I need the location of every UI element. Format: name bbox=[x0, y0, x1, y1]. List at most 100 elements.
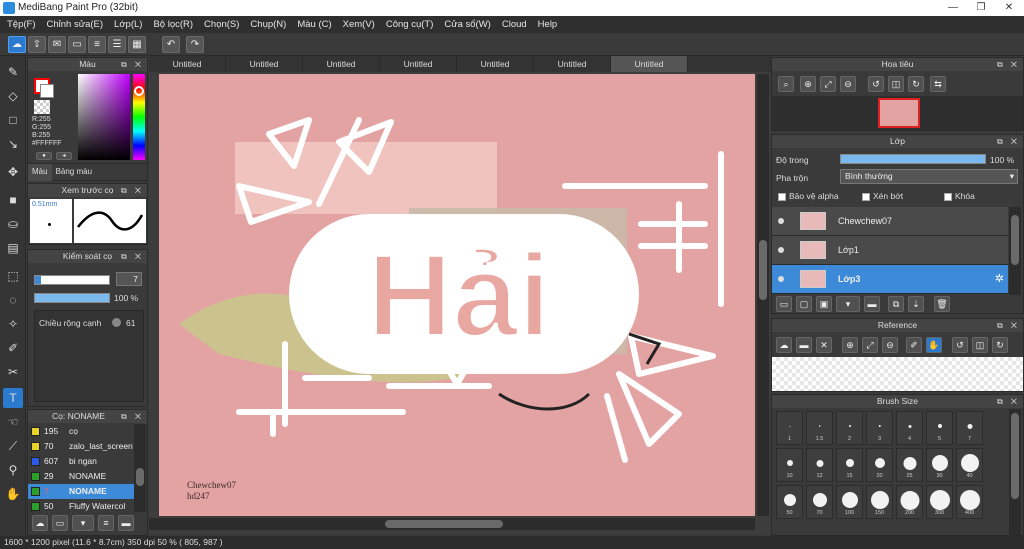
color-pick-icon[interactable]: ◂ bbox=[56, 152, 72, 160]
layer-row[interactable]: Chewchew07 bbox=[772, 207, 1008, 236]
layer-folder-icon[interactable]: ▬ bbox=[864, 296, 880, 312]
brush-size-cell[interactable]: 300 bbox=[926, 485, 953, 519]
panel-buttons-icon[interactable]: ⧉ ✕ bbox=[997, 135, 1020, 148]
brush-size-cell[interactable]: 150 bbox=[866, 485, 893, 519]
menu-view[interactable]: Xem(V) bbox=[343, 19, 375, 30]
hue-handle[interactable] bbox=[134, 86, 144, 96]
visibility-icon[interactable] bbox=[778, 247, 784, 253]
layer-row-selected[interactable]: Lớp3 ✲ bbox=[772, 265, 1008, 294]
select-eraser-tool-icon[interactable]: ✂ bbox=[3, 362, 23, 382]
delete-layer-icon[interactable]: 🗑 bbox=[934, 296, 950, 312]
list-item[interactable]: 195 cọ bbox=[28, 424, 134, 439]
open-folder-icon[interactable]: ▬ bbox=[796, 337, 812, 353]
grid-icon[interactable]: ▦ bbox=[128, 36, 146, 53]
new-color-layer-icon[interactable]: ▢ bbox=[796, 296, 812, 312]
text-tool-icon[interactable]: T bbox=[3, 388, 23, 408]
tab-color[interactable]: Màu bbox=[28, 164, 52, 181]
transparent-swatch[interactable] bbox=[34, 100, 50, 114]
zoom-in-icon[interactable]: ⊕ bbox=[842, 337, 858, 353]
brush-size-cell[interactable]: 40 bbox=[956, 448, 983, 482]
document-icon[interactable]: ≡ bbox=[88, 36, 106, 53]
canvas-vertical-scrollbar[interactable] bbox=[757, 74, 769, 516]
layer-list-scrollbar[interactable] bbox=[1009, 207, 1021, 295]
menu-window[interactable]: Cửa sổ(W) bbox=[444, 19, 490, 30]
rotate-left-icon[interactable]: ↺ bbox=[952, 337, 968, 353]
menu-select[interactable]: Chọn(S) bbox=[204, 19, 239, 30]
brush-opacity-slider[interactable] bbox=[34, 293, 110, 303]
brush-size-cell[interactable]: 5 bbox=[926, 411, 953, 445]
eyedropper-tool-icon[interactable]: ⚲ bbox=[3, 460, 23, 480]
select-pen-tool-icon[interactable]: ✐ bbox=[3, 338, 23, 358]
brush-size-cell[interactable]: 25 bbox=[896, 448, 923, 482]
reference-canvas[interactable] bbox=[772, 357, 1023, 391]
brush-size-cell[interactable]: 30 bbox=[926, 448, 953, 482]
brush-size-cell[interactable]: 10 bbox=[776, 448, 803, 482]
tab-document[interactable]: Untitled bbox=[534, 56, 611, 72]
actual-size-icon[interactable]: ◫ bbox=[972, 337, 988, 353]
layer-opacity-slider[interactable] bbox=[840, 154, 986, 164]
brush-size-cell[interactable]: 7 bbox=[956, 411, 983, 445]
brush-size-cell[interactable]: 70 bbox=[806, 485, 833, 519]
menu-cloud[interactable]: Cloud bbox=[502, 19, 527, 30]
brush-size-slider[interactable] bbox=[34, 275, 110, 285]
new-layer-icon[interactable]: ▭ bbox=[776, 296, 792, 312]
rectangle-tool-icon[interactable]: □ bbox=[3, 110, 23, 130]
merge-layer-icon[interactable]: ⇣ bbox=[908, 296, 924, 312]
brush-size-cell[interactable]: 1.5 bbox=[806, 411, 833, 445]
add-layer-menu-icon[interactable]: ▾ bbox=[836, 296, 860, 312]
redo-icon[interactable]: ↷ bbox=[186, 36, 204, 53]
operation-tool-icon[interactable]: ☜ bbox=[3, 412, 23, 432]
menu-filter[interactable]: Bộ lọc(R) bbox=[153, 19, 193, 30]
share-icon[interactable]: ⇪ bbox=[28, 36, 46, 53]
list-icon[interactable]: ☰ bbox=[108, 36, 126, 53]
menu-color[interactable]: Màu (C) bbox=[297, 19, 331, 30]
brush-size-cell[interactable]: 400 bbox=[956, 485, 983, 519]
brush-tool-icon[interactable]: ✎ bbox=[3, 62, 23, 82]
brush-list-scrollbar[interactable] bbox=[134, 424, 146, 512]
panel-buttons-icon[interactable]: ⧉ ✕ bbox=[121, 410, 144, 423]
brush-size-cell[interactable]: 3 bbox=[866, 411, 893, 445]
panel-buttons-icon[interactable]: ⧉ ✕ bbox=[121, 250, 144, 263]
background-color-swatch[interactable] bbox=[40, 84, 54, 98]
tab-document[interactable]: Untitled bbox=[380, 56, 457, 72]
fit-icon[interactable]: ⤢ bbox=[862, 337, 878, 353]
page-icon[interactable]: ▭ bbox=[68, 36, 86, 53]
tab-document-active[interactable]: Untitled bbox=[611, 56, 688, 72]
bucket-tool-icon[interactable]: ⛀ bbox=[3, 214, 23, 234]
zoom-in-icon[interactable]: ⊕ bbox=[800, 76, 816, 92]
zoom-out-icon[interactable]: ⊖ bbox=[840, 76, 856, 92]
menu-help[interactable]: Help bbox=[538, 19, 558, 30]
zoom-icon[interactable]: ⌕ bbox=[778, 76, 794, 92]
artboard[interactable]: Hải Chewchew07 hd247 bbox=[159, 74, 755, 516]
rotate-right-icon[interactable]: ↻ bbox=[992, 337, 1008, 353]
magic-wand-tool-icon[interactable]: ✧ bbox=[3, 314, 23, 334]
new-brush-icon[interactable]: ▭ bbox=[52, 515, 68, 531]
fill-rect-tool-icon[interactable]: ■ bbox=[3, 190, 23, 210]
close-icon[interactable]: ✕ bbox=[816, 337, 832, 353]
divide-tool-icon[interactable]: ⟋ bbox=[3, 436, 23, 456]
hand-tool-icon[interactable]: ✋ bbox=[3, 484, 23, 504]
brush-size-cell[interactable]: 15 bbox=[836, 448, 863, 482]
lasso-tool-icon[interactable]: ◌ bbox=[3, 290, 23, 310]
layer-row[interactable]: Lớp1 bbox=[772, 236, 1008, 265]
rotate-left-icon[interactable]: ↺ bbox=[868, 76, 884, 92]
select-tool-icon[interactable]: ⬚ bbox=[3, 266, 23, 286]
edge-width-knob[interactable] bbox=[112, 318, 121, 327]
tab-document[interactable]: Untitled bbox=[457, 56, 534, 72]
list-item[interactable]: 607 bi ngan bbox=[28, 454, 134, 469]
actual-size-icon[interactable]: ◫ bbox=[888, 76, 904, 92]
tab-document[interactable]: Untitled bbox=[303, 56, 380, 72]
hand-icon[interactable]: ✋ bbox=[926, 337, 942, 353]
visibility-icon[interactable] bbox=[778, 218, 784, 224]
cloud-icon[interactable]: ☁ bbox=[776, 337, 792, 353]
comment-icon[interactable]: ✉ bbox=[48, 36, 66, 53]
menu-file[interactable]: Tệp(F) bbox=[7, 19, 36, 30]
tab-palette[interactable]: Bảng màu bbox=[52, 164, 96, 181]
menu-snap[interactable]: Chụp(N) bbox=[250, 19, 286, 30]
brush-size-cell[interactable]: 4 bbox=[896, 411, 923, 445]
new-halftone-layer-icon[interactable]: ▣ bbox=[816, 296, 832, 312]
flip-icon[interactable]: ⇆ bbox=[930, 76, 946, 92]
brush-size-cell[interactable]: 2 bbox=[836, 411, 863, 445]
eraser-tool-icon[interactable]: ◇ bbox=[3, 86, 23, 106]
list-item-selected[interactable]: 7NONAME✲ bbox=[28, 484, 134, 499]
